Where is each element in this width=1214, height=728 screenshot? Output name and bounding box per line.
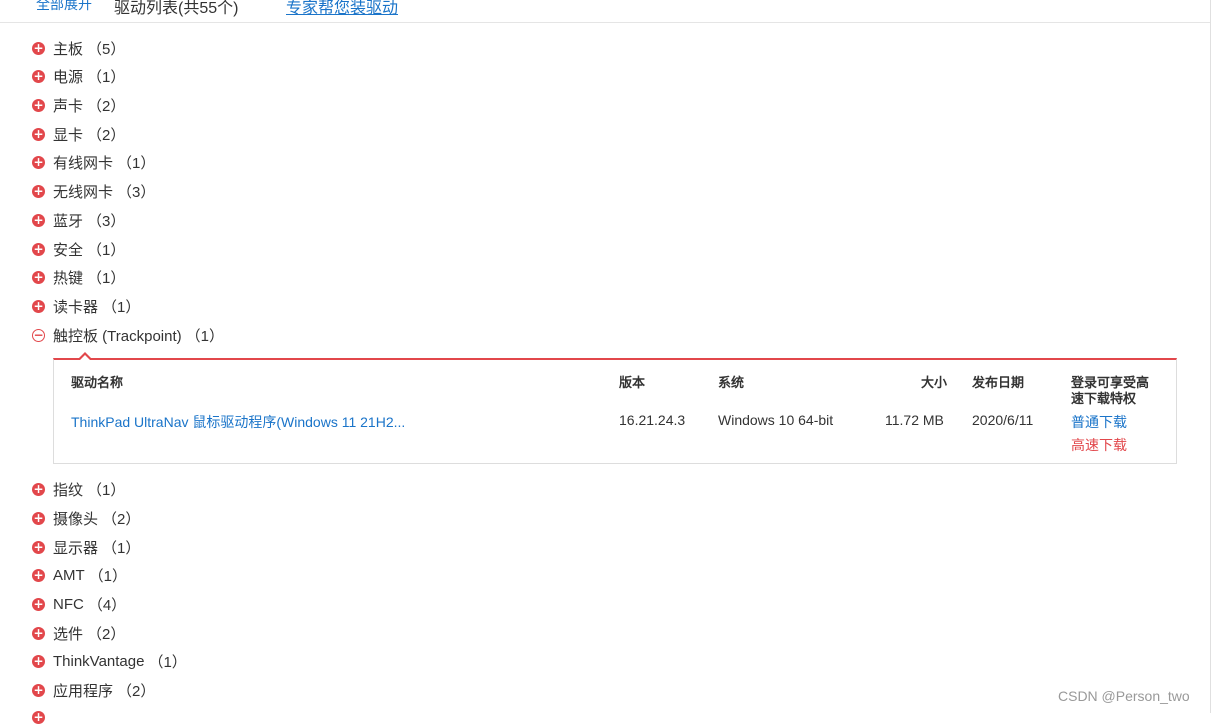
- plus-circle-icon[interactable]: +: [32, 626, 45, 640]
- driver-size: 11.72 MB: [885, 412, 944, 428]
- category-graphics-card[interactable]: + 显卡 （2）: [32, 123, 125, 145]
- plus-circle-icon[interactable]: +: [32, 41, 45, 55]
- watermark: CSDN @Person_two: [1058, 688, 1190, 704]
- driver-release-date: 2020/6/11: [972, 412, 1034, 428]
- plus-circle-icon[interactable]: +: [32, 568, 45, 582]
- plus-circle-icon[interactable]: +: [32, 654, 45, 668]
- category-count: （1）: [117, 154, 156, 172]
- category-options[interactable]: + 选件 （2）: [32, 622, 125, 644]
- category-label: 触控板 (Trackpoint): [53, 327, 182, 345]
- category-count: （1）: [148, 653, 187, 671]
- driver-name-link[interactable]: ThinkPad UltraNav 鼠标驱动程序(Windows 11 21H2…: [71, 412, 405, 432]
- category-label: 读卡器: [53, 298, 99, 316]
- category-count: （2）: [87, 97, 126, 115]
- header-system: 系统: [718, 375, 745, 390]
- category-label: 电源: [53, 68, 84, 86]
- header-driver-name: 驱动名称: [71, 375, 124, 390]
- header-vip-download-line2: 速下载特权: [1071, 391, 1137, 406]
- plus-circle-icon[interactable]: +: [32, 69, 45, 83]
- category-label: 声卡: [53, 97, 84, 115]
- category-applications[interactable]: + 应用程序 （2）: [32, 679, 155, 701]
- driver-version: 16.21.24.3: [619, 412, 686, 428]
- category-label: 主板: [53, 40, 84, 58]
- category-amt[interactable]: + AMT （1）: [32, 564, 127, 586]
- plus-circle-icon[interactable]: +: [32, 597, 45, 611]
- category-count: （5）: [87, 40, 126, 58]
- category-count: （1）: [87, 68, 126, 86]
- category-count: （1）: [185, 327, 224, 345]
- category-nfc[interactable]: + NFC （4）: [32, 593, 126, 615]
- normal-download-link[interactable]: 普通下载: [1071, 412, 1127, 432]
- category-count: （2）: [102, 510, 141, 528]
- category-count: （1）: [102, 539, 141, 557]
- category-label: 无线网卡: [53, 183, 114, 201]
- plus-circle-icon[interactable]: +: [32, 127, 45, 141]
- category-label: 显卡: [53, 126, 84, 144]
- plus-circle-icon[interactable]: +: [32, 683, 45, 697]
- category-count: （4）: [87, 596, 127, 614]
- category-security[interactable]: + 安全 （1）: [32, 238, 125, 260]
- panel-pointer-inner: [80, 355, 90, 360]
- category-card-reader[interactable]: + 读卡器 （1）: [32, 295, 140, 317]
- category-count: （1）: [87, 481, 126, 499]
- category-label: 安全: [53, 241, 84, 259]
- category-camera[interactable]: + 摄像头 （2）: [32, 507, 140, 529]
- category-label: AMT: [53, 566, 85, 584]
- page-right-border: [1210, 0, 1211, 713]
- plus-circle-icon[interactable]: +: [32, 184, 45, 198]
- driver-system: Windows 10 64-bit: [718, 412, 834, 428]
- category-wireless-nic[interactable]: + 无线网卡 （3）: [32, 180, 155, 202]
- plus-circle-icon[interactable]: +: [32, 710, 45, 724]
- category-label: 指纹: [53, 481, 84, 499]
- category-next-partial[interactable]: +: [32, 706, 53, 728]
- plus-circle-icon[interactable]: +: [32, 213, 45, 227]
- category-label: 有线网卡: [53, 154, 114, 172]
- plus-circle-icon[interactable]: +: [32, 155, 45, 169]
- category-label: 摄像头: [53, 510, 99, 528]
- category-monitor[interactable]: + 显示器 （1）: [32, 536, 140, 558]
- category-count: （2）: [87, 625, 126, 643]
- category-count: （1）: [102, 298, 141, 316]
- expand-all-link[interactable]: 全部展开: [36, 0, 92, 14]
- category-hotkey[interactable]: + 热键 （1）: [32, 266, 125, 288]
- category-label: 热键: [53, 269, 84, 287]
- category-label: 显示器: [53, 539, 99, 557]
- category-trackpoint[interactable]: − 触控板 (Trackpoint) （1）: [32, 324, 224, 346]
- category-mainboard[interactable]: + 主板 （5）: [32, 37, 125, 59]
- category-label: 应用程序: [53, 682, 114, 700]
- plus-circle-icon[interactable]: +: [32, 511, 45, 525]
- plus-circle-icon[interactable]: +: [32, 482, 45, 496]
- driver-list-title: 驱动列表(共55个): [114, 0, 239, 17]
- category-fingerprint[interactable]: + 指纹 （1）: [32, 478, 125, 500]
- category-count: （3）: [117, 183, 156, 201]
- category-count: （1）: [88, 567, 128, 585]
- category-power[interactable]: + 电源 （1）: [32, 65, 125, 87]
- category-sound-card[interactable]: + 声卡 （2）: [32, 94, 125, 116]
- category-count: （1）: [87, 241, 126, 259]
- category-label: ThinkVantage: [53, 652, 145, 670]
- category-wired-nic[interactable]: + 有线网卡 （1）: [32, 151, 155, 173]
- category-count: （1）: [87, 269, 126, 287]
- expert-install-link[interactable]: 专家帮您装驱动: [286, 0, 398, 18]
- fast-download-link[interactable]: 高速下载: [1071, 435, 1127, 455]
- category-thinkvantage[interactable]: + ThinkVantage （1）: [32, 650, 187, 672]
- plus-circle-icon[interactable]: +: [32, 98, 45, 112]
- category-label: 选件: [53, 625, 84, 643]
- header-size: 大小: [921, 375, 948, 390]
- category-label: NFC: [53, 595, 84, 613]
- category-count: （2）: [117, 682, 156, 700]
- top-toolbar: 全部展开 驱动列表(共55个) 专家帮您装驱动: [0, 0, 1210, 23]
- category-label: 蓝牙: [53, 212, 84, 230]
- minus-circle-icon[interactable]: −: [32, 328, 45, 342]
- category-count: （3）: [87, 212, 126, 230]
- plus-circle-icon[interactable]: +: [32, 540, 45, 554]
- header-release-date: 发布日期: [972, 375, 1025, 390]
- plus-circle-icon[interactable]: +: [32, 270, 45, 284]
- category-bluetooth[interactable]: + 蓝牙 （3）: [32, 209, 125, 231]
- plus-circle-icon[interactable]: +: [32, 242, 45, 256]
- plus-circle-icon[interactable]: +: [32, 299, 45, 313]
- header-version: 版本: [619, 375, 646, 390]
- category-count: （2）: [87, 126, 126, 144]
